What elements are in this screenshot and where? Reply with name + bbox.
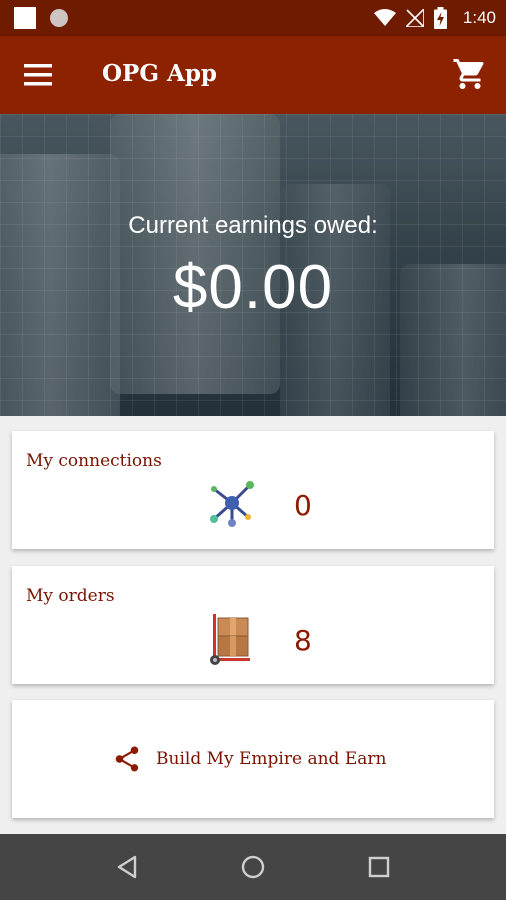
network-nodes-icon [210,481,254,527]
notification-circle-icon [50,9,68,27]
connections-card[interactable]: My connections 0 [12,431,494,549]
no-signal-icon [405,9,424,27]
orders-card[interactable]: My orders 8 [12,566,494,684]
navigation-bar [0,834,506,900]
connections-title: My connections [26,451,162,471]
shopping-cart-icon [453,59,484,89]
menu-button[interactable] [20,58,56,92]
app-title: OPG App [102,60,217,87]
home-button[interactable] [238,852,268,882]
build-empire-label: Build My Empire and Earn [156,749,387,769]
status-time: 1:40 [462,8,496,27]
app-bar: OPG App [0,36,506,114]
back-triangle-icon [117,855,137,879]
earnings-hero: Current earnings owed: $0.00 [0,114,506,416]
orders-title: My orders [26,586,115,606]
back-button[interactable] [113,852,143,882]
recents-square-icon [368,856,390,878]
status-bar: 1:40 [0,0,506,36]
earnings-value: $0.00 [172,253,334,322]
build-empire-card[interactable]: Build My Empire and Earn [12,700,494,818]
status-icons: 1:40 [373,0,496,36]
connections-count: 0 [294,489,312,522]
orders-count: 8 [294,624,312,657]
share-icon [115,746,139,772]
battery-charging-icon [433,7,447,29]
wifi-icon [373,9,396,26]
hamburger-menu-icon [24,64,52,86]
earnings-label: Current earnings owed: [128,212,378,239]
hand-truck-boxes-icon [210,614,250,665]
notification-square-icon [14,7,36,29]
cart-button[interactable] [452,56,488,92]
build-empire-row: Build My Empire and Earn [112,744,386,774]
home-circle-icon [241,855,265,879]
recents-button[interactable] [364,852,394,882]
